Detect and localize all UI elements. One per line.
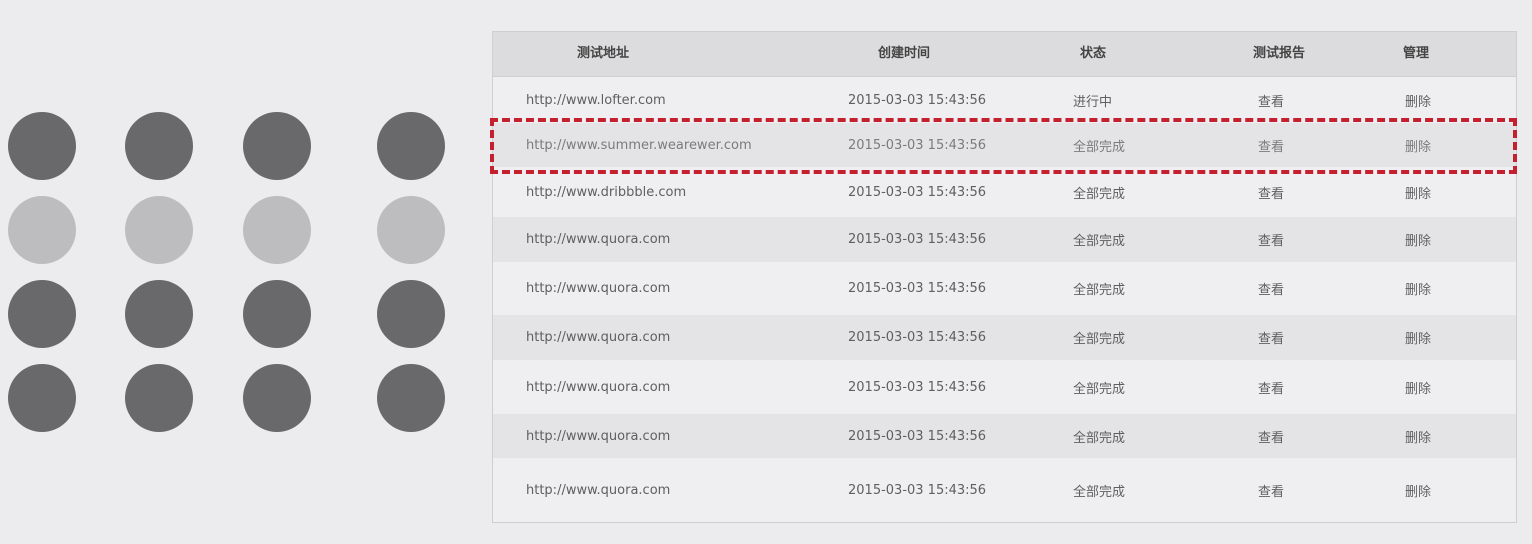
dot	[8, 280, 76, 348]
delete-link[interactable]: 删除	[1405, 414, 1431, 458]
dot-light	[8, 196, 76, 264]
row-status: 全部完成	[1073, 484, 1126, 500]
row-status: 全部完成	[1073, 430, 1126, 446]
dot-light	[125, 196, 193, 264]
delete-link[interactable]: 删除	[1405, 167, 1431, 217]
table-row: http://www.quora.com 2015-03-03 15:43:56…	[493, 262, 1516, 315]
delete-link[interactable]: 删除	[1405, 123, 1431, 167]
row-created: 2015-03-03 15:43:56	[848, 92, 987, 108]
dot-light	[243, 196, 311, 264]
view-report-link[interactable]: 查看	[1258, 360, 1284, 414]
table-header: 测试地址 创建时间 状态 测试报告 管理	[493, 32, 1516, 77]
dot	[377, 112, 445, 180]
row-created: 2015-03-03 15:43:56	[848, 330, 987, 345]
view-report-link[interactable]: 查看	[1258, 315, 1284, 360]
row-created: 2015-03-03 15:43:56	[848, 232, 987, 247]
view-report-link[interactable]: 查看	[1258, 414, 1284, 458]
view-report-link[interactable]: 查看	[1258, 458, 1284, 522]
dot	[8, 112, 76, 180]
row-created: 2015-03-03 15:43:56	[848, 184, 987, 200]
row-created: 2015-03-03 15:43:56	[848, 482, 987, 498]
row-created: 2015-03-03 15:43:56	[848, 379, 987, 395]
dot	[243, 112, 311, 180]
dot	[243, 280, 311, 348]
header-manage: 管理	[1403, 46, 1430, 61]
table-row: http://www.quora.com 2015-03-03 15:43:56…	[493, 217, 1516, 262]
view-report-link[interactable]: 查看	[1258, 123, 1284, 167]
table-row: http://www.quora.com 2015-03-03 15:43:56…	[493, 458, 1516, 522]
dot	[377, 364, 445, 432]
row-status: 全部完成	[1073, 332, 1126, 347]
dot	[377, 280, 445, 348]
stage: 测试地址 创建时间 状态 测试报告 管理 http://www.lofter.c…	[0, 0, 1532, 544]
row-created: 2015-03-03 15:43:56	[848, 281, 987, 296]
row-status: 全部完成	[1073, 234, 1126, 249]
table-row: http://www.quora.com 2015-03-03 15:43:56…	[493, 315, 1516, 360]
dot	[125, 364, 193, 432]
header-created: 创建时间	[878, 46, 931, 61]
row-url: http://www.quora.com	[526, 379, 671, 395]
view-report-link[interactable]: 查看	[1258, 217, 1284, 262]
table-row: http://www.dribbble.com 2015-03-03 15:43…	[493, 167, 1516, 217]
table-row: http://www.lofter.com 2015-03-03 15:43:5…	[493, 77, 1516, 123]
row-url: http://www.quora.com	[526, 330, 671, 345]
view-report-link[interactable]: 查看	[1258, 167, 1284, 217]
dot	[125, 280, 193, 348]
dot-light	[377, 196, 445, 264]
row-status: 进行中	[1073, 94, 1113, 110]
row-status: 全部完成	[1073, 381, 1126, 397]
dot	[243, 364, 311, 432]
dot-grid	[0, 0, 480, 544]
delete-link[interactable]: 删除	[1405, 77, 1431, 123]
row-status: 全部完成	[1073, 139, 1126, 155]
delete-link[interactable]: 删除	[1405, 262, 1431, 315]
dot	[125, 112, 193, 180]
row-url: http://www.summer.wearewer.com	[526, 137, 752, 153]
header-report: 测试报告	[1253, 46, 1306, 61]
row-url: http://www.quora.com	[526, 428, 671, 444]
test-table: 测试地址 创建时间 状态 测试报告 管理 http://www.lofter.c…	[492, 31, 1517, 523]
view-report-link[interactable]: 查看	[1258, 77, 1284, 123]
table-row: http://www.quora.com 2015-03-03 15:43:56…	[493, 414, 1516, 458]
row-status: 全部完成	[1073, 186, 1126, 202]
dot	[8, 364, 76, 432]
delete-link[interactable]: 删除	[1405, 217, 1431, 262]
delete-link[interactable]: 删除	[1405, 360, 1431, 414]
row-created: 2015-03-03 15:43:56	[848, 428, 987, 444]
delete-link[interactable]: 删除	[1405, 315, 1431, 360]
row-url: http://www.quora.com	[526, 232, 671, 247]
row-url: http://www.quora.com	[526, 482, 671, 498]
table-row: http://www.quora.com 2015-03-03 15:43:56…	[493, 360, 1516, 414]
row-url: http://www.quora.com	[526, 281, 671, 296]
view-report-link[interactable]: 查看	[1258, 262, 1284, 315]
header-status: 状态	[1080, 46, 1107, 61]
row-url: http://www.dribbble.com	[526, 184, 687, 200]
table-row: http://www.summer.wearewer.com 2015-03-0…	[493, 123, 1516, 167]
row-url: http://www.lofter.com	[526, 92, 666, 108]
header-url: 测试地址	[577, 46, 630, 61]
delete-link[interactable]: 删除	[1405, 458, 1431, 522]
row-status: 全部完成	[1073, 283, 1126, 298]
row-created: 2015-03-03 15:43:56	[848, 137, 987, 153]
